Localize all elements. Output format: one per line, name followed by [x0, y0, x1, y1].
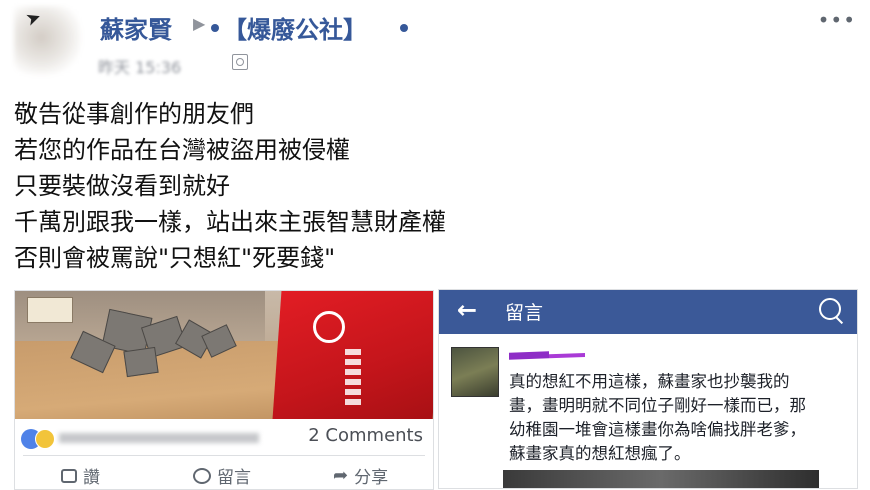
author-name[interactable]: 蘇家賢 — [100, 10, 172, 45]
redacted-commenter-name — [509, 351, 549, 360]
privacy-icon — [232, 54, 248, 70]
arrow-right-icon: ▶ — [193, 14, 206, 33]
red-logo-icon — [313, 311, 345, 343]
comments-count[interactable]: 2 Comments — [308, 425, 423, 446]
comment-button[interactable]: 留言 — [193, 463, 251, 488]
comment-line: 蘇畫家真的想紅想瘋了。 — [509, 444, 691, 463]
red-wall-lettering — [345, 349, 361, 409]
like-button[interactable]: 讚 — [61, 463, 100, 488]
thumbs-up-icon — [61, 468, 77, 483]
post-line: 若您的作品在台灣被盜用被侵權 — [14, 136, 350, 164]
post-line: 敬告從事創作的朋友們 — [14, 100, 254, 128]
like-label: 讚 — [83, 468, 100, 488]
shared-photo[interactable] — [15, 291, 433, 419]
comment-label: 留言 — [217, 468, 251, 488]
blurred-reactors — [59, 433, 259, 443]
comment-header-title: 留言 — [505, 302, 544, 324]
comment-header-bar: ← 留言 — [439, 290, 857, 334]
shared-post-card[interactable]: 2 Comments 讚 留言 ➦ 分享 — [14, 290, 434, 490]
group-dot-icon — [400, 24, 408, 32]
comment-line: 畫，畫明明就不同位子剛好一樣而已，那 — [509, 396, 806, 415]
group-dot-icon — [211, 24, 219, 32]
post-line: 千萬別跟我一樣，站出來主張智慧財產權 — [14, 208, 446, 236]
share-label: 分享 — [354, 468, 389, 488]
comment-line: 幼稚園一堆會這樣畫你為啥偏找胖老爹， — [509, 420, 806, 439]
search-icon[interactable] — [819, 298, 841, 320]
more-options-icon[interactable]: ••• — [818, 8, 856, 32]
divider — [23, 455, 425, 456]
photo-rock — [123, 346, 159, 378]
commenter-avatar[interactable] — [451, 347, 499, 397]
photo-sign — [27, 297, 73, 323]
back-arrow-icon[interactable]: ← — [457, 296, 477, 324]
post-line: 只要裝做沒看到就好 — [14, 172, 230, 200]
post-line: 否則會被罵說"只想紅"死要錢" — [14, 244, 336, 272]
comment-text: 真的想紅不用這樣，蘇畫家也抄襲我的 畫，畫明明就不同位子剛好一樣而已，那 幼稚園… — [509, 370, 849, 466]
comment-line: 真的想紅不用這樣，蘇畫家也抄襲我的 — [509, 372, 790, 391]
comment-screenshot: ← 留言 真的想紅不用這樣，蘇畫家也抄襲我的 畫，畫明明就不同位子剛好一樣而已，… — [438, 289, 858, 489]
group-name[interactable]: 【爆廢公社】 — [223, 10, 367, 45]
post-body: 敬告從事創作的朋友們 若您的作品在台灣被盜用被侵權 只要裝做沒看到就好 千萬別跟… — [14, 96, 446, 276]
comment-attached-image[interactable] — [503, 470, 819, 488]
share-button[interactable]: ➦ 分享 — [333, 463, 388, 488]
post-timestamp[interactable]: 昨天 15:36 — [98, 54, 181, 78]
comment-bubble-icon — [193, 467, 211, 484]
share-arrow-icon: ➦ — [333, 465, 349, 486]
reaction-icons[interactable] — [21, 429, 55, 449]
